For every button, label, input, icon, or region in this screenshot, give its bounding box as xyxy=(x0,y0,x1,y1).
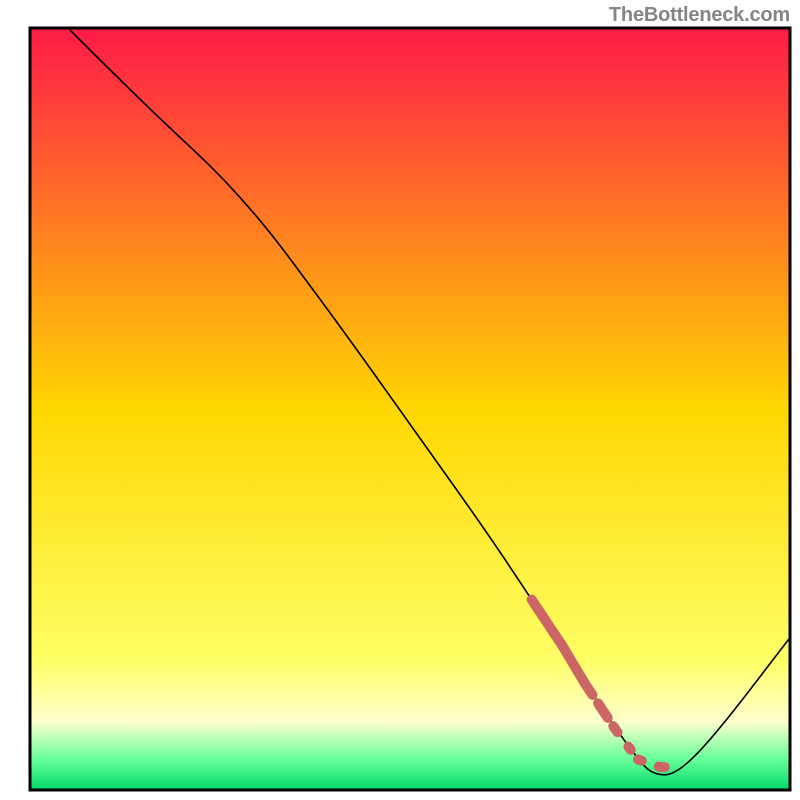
bottleneck-chart xyxy=(0,0,800,800)
chart-container: TheBottleneck.com xyxy=(0,0,800,800)
watermark-text: TheBottleneck.com xyxy=(609,4,790,27)
